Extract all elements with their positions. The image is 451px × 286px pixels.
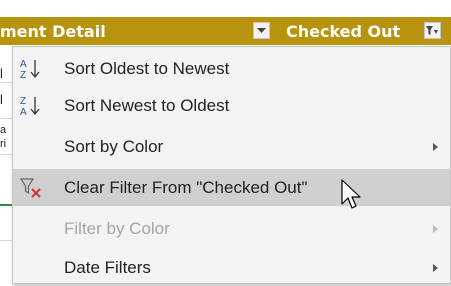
cell-fragment: ri [0, 138, 7, 150]
grid-line [0, 154, 12, 155]
menu-item-label: Date Filters [64, 257, 151, 277]
menu-item-sort-by-color[interactable]: Sort by Color [13, 128, 450, 165]
svg-text:Z: Z [20, 70, 26, 81]
menu-item-sort-newest-to-oldest[interactable]: Z A Sort Newest to Oldest [13, 87, 450, 124]
svg-text:A: A [20, 107, 27, 118]
column-header-checked-out[interactable]: Checked Out [286, 22, 400, 41]
cell-fragment: a [0, 124, 7, 136]
svg-text:A: A [20, 59, 27, 70]
sort-descending-icon: Z A [17, 92, 45, 120]
grid-line [0, 118, 12, 119]
cell-fragment: l [0, 66, 3, 81]
menu-item-clear-filter[interactable]: Clear Filter From "Checked Out" [13, 169, 450, 206]
autofilter-menu: A Z Sort Oldest to Newest Z A Sort Newes… [12, 46, 451, 284]
column-filter-dropdown-button[interactable] [253, 22, 270, 39]
menu-item-label: Sort Oldest to Newest [64, 58, 230, 78]
clear-filter-icon [17, 174, 45, 202]
menu-item-label: Filter by Color [64, 218, 170, 238]
submenu-arrow-icon [433, 224, 438, 233]
submenu-arrow-icon [433, 263, 438, 272]
menu-item-filter-by-color: Filter by Color [13, 210, 450, 247]
menu-item-date-filters[interactable]: Date Filters [13, 249, 450, 286]
dropdown-arrow-icon [257, 27, 266, 33]
menu-item-label: Sort Newest to Oldest [64, 95, 230, 115]
column-header-payment-detail[interactable]: ment Detail [0, 22, 106, 41]
mouse-pointer-icon [341, 179, 361, 209]
menu-item-sort-oldest-to-newest[interactable]: A Z Sort Oldest to Newest [13, 50, 450, 87]
menu-item-label: Sort by Color [64, 136, 164, 156]
menu-item-label: Clear Filter From "Checked Out" [64, 177, 308, 197]
cell-fragment: l [0, 92, 3, 107]
grid-line [0, 240, 12, 241]
checked-out-filter-button[interactable] [424, 22, 441, 39]
filter-applied-icon [426, 25, 438, 35]
svg-text:Z: Z [20, 96, 26, 107]
grid-line [0, 82, 12, 83]
table-header-row: ment Detail Checked Out [0, 17, 451, 45]
sort-ascending-icon: A Z [17, 55, 45, 83]
submenu-arrow-icon [433, 142, 438, 151]
